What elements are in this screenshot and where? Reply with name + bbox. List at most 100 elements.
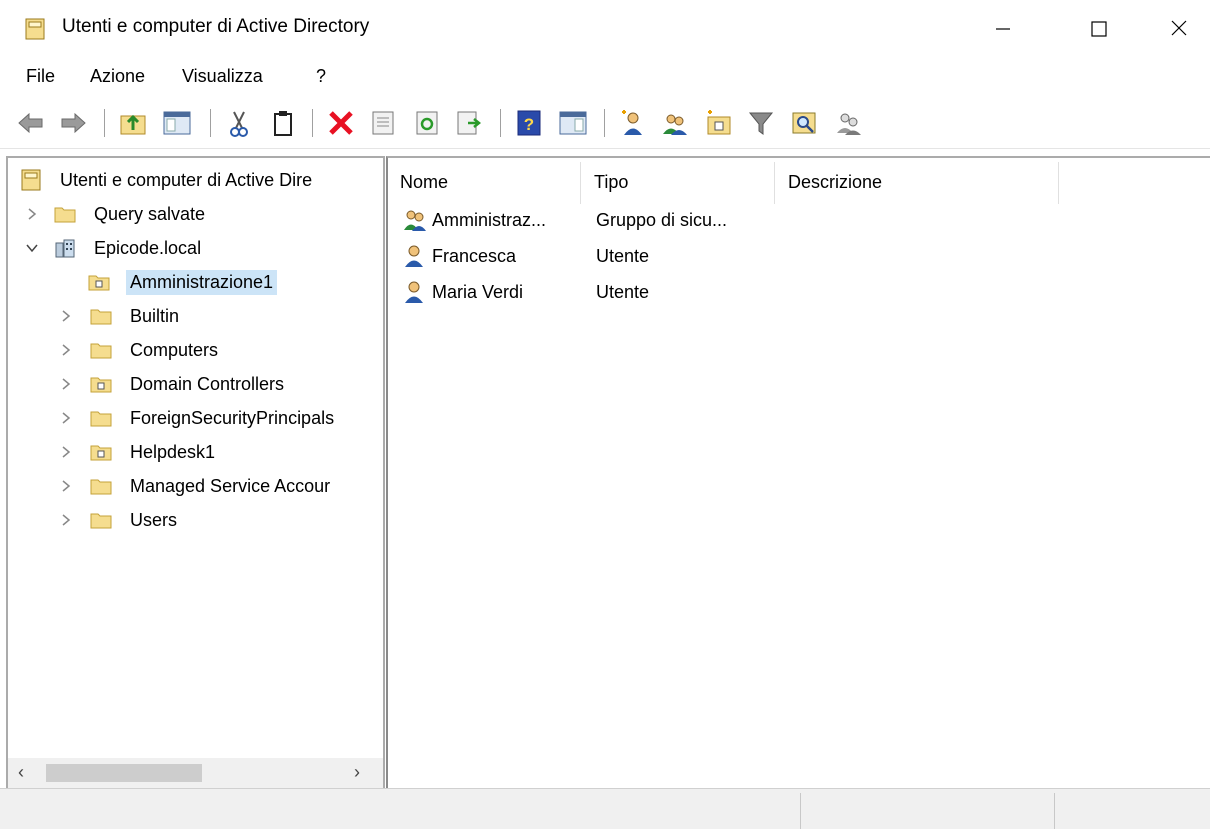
- column-header-nome[interactable]: Nome: [388, 158, 578, 208]
- help-icon[interactable]: ?: [514, 108, 544, 138]
- tree-item-domain-controllers[interactable]: Domain Controllers: [8, 368, 383, 402]
- list-item[interactable]: Francesca Utente: [402, 240, 1182, 274]
- details-pane[interactable]: Nome Tipo Descrizione Amministraz... Gru…: [386, 156, 1210, 788]
- horizontal-scrollbar[interactable]: ‹ ›: [8, 758, 383, 788]
- toolbar-separator: [500, 109, 501, 137]
- chevron-right-icon[interactable]: [58, 408, 74, 428]
- chevron-right-icon[interactable]: [58, 374, 74, 394]
- properties-icon[interactable]: [368, 108, 398, 138]
- new-user-icon[interactable]: [618, 108, 648, 138]
- tree-item-foreign-security-principals[interactable]: ForeignSecurityPrincipals: [8, 402, 383, 436]
- folder-icon: [90, 343, 112, 359]
- new-group-icon[interactable]: [660, 108, 690, 138]
- up-folder-icon[interactable]: [118, 108, 148, 138]
- chevron-right-icon[interactable]: [58, 340, 74, 360]
- menu-azione[interactable]: Azione: [90, 66, 145, 87]
- delete-icon[interactable]: [326, 108, 356, 138]
- domain-icon: [55, 239, 75, 258]
- new-ou-icon[interactable]: [704, 108, 734, 138]
- item-type: Utente: [596, 282, 650, 302]
- chevron-right-icon[interactable]: [24, 204, 40, 224]
- tree-root-label: Utenti e computer di Active Dire: [60, 170, 313, 190]
- tree-item-amministrazione1[interactable]: Amministrazione1: [8, 266, 383, 300]
- title-bar: Utenti e computer di Active Directory: [0, 0, 1210, 58]
- clipboard-icon[interactable]: [268, 108, 298, 138]
- menu-file[interactable]: File: [26, 66, 55, 87]
- forward-arrow-icon[interactable]: [58, 108, 88, 138]
- refresh-icon[interactable]: [412, 108, 442, 138]
- item-name: Maria Verdi: [432, 282, 524, 302]
- ou-folder-icon: [90, 377, 112, 393]
- tree-item-epicode-local[interactable]: Epicode.local: [8, 232, 383, 266]
- cut-icon[interactable]: [224, 108, 254, 138]
- toolbar-separator: [604, 109, 605, 137]
- minimize-icon[interactable]: [978, 8, 1028, 48]
- chevron-right-icon[interactable]: [58, 306, 74, 326]
- tree-item-label: Amministrazione1: [126, 270, 278, 295]
- scrollbar-thumb[interactable]: [46, 764, 202, 782]
- list-item[interactable]: Maria Verdi Utente: [402, 276, 1182, 310]
- column-header-tipo[interactable]: Tipo: [582, 158, 772, 208]
- ad-console-icon: [21, 169, 41, 191]
- menu-bar: File Azione Visualizza ?: [0, 60, 1210, 94]
- user-icon: [405, 281, 423, 303]
- column-header-label: Nome: [400, 172, 449, 192]
- tree-item-label: Domain Controllers: [130, 374, 285, 394]
- console-tree[interactable]: Utenti e computer di Active Dire Query s…: [6, 156, 385, 790]
- folder-icon: [90, 513, 112, 529]
- tree-item-label: Computers: [130, 340, 219, 360]
- tree-item-label: ForeignSecurityPrincipals: [130, 408, 335, 428]
- column-header-label: Tipo: [594, 172, 629, 192]
- column-header-descrizione[interactable]: Descrizione: [776, 158, 1056, 208]
- tree-item-users[interactable]: Users: [8, 504, 383, 538]
- maximize-icon[interactable]: [1074, 8, 1124, 48]
- chevron-right-icon[interactable]: [58, 476, 74, 496]
- ou-folder-icon: [88, 275, 110, 291]
- menu-visualizza[interactable]: Visualizza: [182, 66, 263, 87]
- ou-folder-icon: [90, 445, 112, 461]
- filter-icon[interactable]: [746, 108, 776, 138]
- find-icon[interactable]: [790, 108, 820, 138]
- column-separator[interactable]: [1058, 162, 1059, 204]
- column-header-label: Descrizione: [788, 172, 883, 192]
- close-icon[interactable]: [1154, 8, 1204, 48]
- tree-item-query-salvate[interactable]: Query salvate: [8, 198, 383, 232]
- scroll-left-arrow-icon[interactable]: ‹: [18, 762, 38, 784]
- chevron-down-icon[interactable]: [24, 238, 40, 258]
- user-icon: [405, 245, 423, 267]
- status-separator: [1054, 793, 1055, 829]
- list-item[interactable]: Amministraz... Gruppo di sicu...: [402, 204, 1182, 238]
- tree-item-label: Managed Service Accour: [130, 476, 331, 496]
- tree-item-builtin[interactable]: Builtin: [8, 300, 383, 334]
- window-title: Utenti e computer di Active Directory: [62, 16, 370, 37]
- scroll-right-arrow-icon[interactable]: ›: [354, 762, 374, 784]
- show-hide-console-tree-icon[interactable]: [162, 108, 192, 138]
- show-hide-action-pane-icon[interactable]: [558, 108, 588, 138]
- item-name: Amministraz...: [432, 210, 547, 230]
- tree-item-label: Builtin: [130, 306, 180, 326]
- tree-item-computers[interactable]: Computers: [8, 334, 383, 368]
- column-separator[interactable]: [580, 162, 581, 204]
- chevron-right-icon[interactable]: [58, 442, 74, 462]
- tree-root[interactable]: Utenti e computer di Active Dire: [8, 164, 383, 198]
- add-to-group-icon[interactable]: [834, 108, 864, 138]
- chevron-right-icon[interactable]: [58, 510, 74, 530]
- app-icon: [25, 18, 45, 40]
- tree-item-label: Epicode.local: [94, 238, 202, 258]
- back-arrow-icon[interactable]: [16, 108, 46, 138]
- toolbar: ?: [0, 100, 1210, 149]
- menu-help[interactable]: ?: [316, 66, 326, 87]
- folder-icon: [54, 207, 76, 223]
- item-name: Francesca: [432, 246, 517, 266]
- tree-item-managed-service-accounts[interactable]: Managed Service Accour: [8, 470, 383, 504]
- tree-item-label: Users: [130, 510, 178, 530]
- item-type: Utente: [596, 246, 650, 266]
- svg-text:?: ?: [524, 115, 534, 134]
- status-separator: [800, 793, 801, 829]
- tree-item-helpdesk1[interactable]: Helpdesk1: [8, 436, 383, 470]
- column-separator[interactable]: [774, 162, 775, 204]
- export-list-icon[interactable]: [454, 108, 484, 138]
- status-bar: [0, 788, 1210, 829]
- toolbar-separator: [104, 109, 105, 137]
- item-type: Gruppo di sicu...: [596, 210, 728, 230]
